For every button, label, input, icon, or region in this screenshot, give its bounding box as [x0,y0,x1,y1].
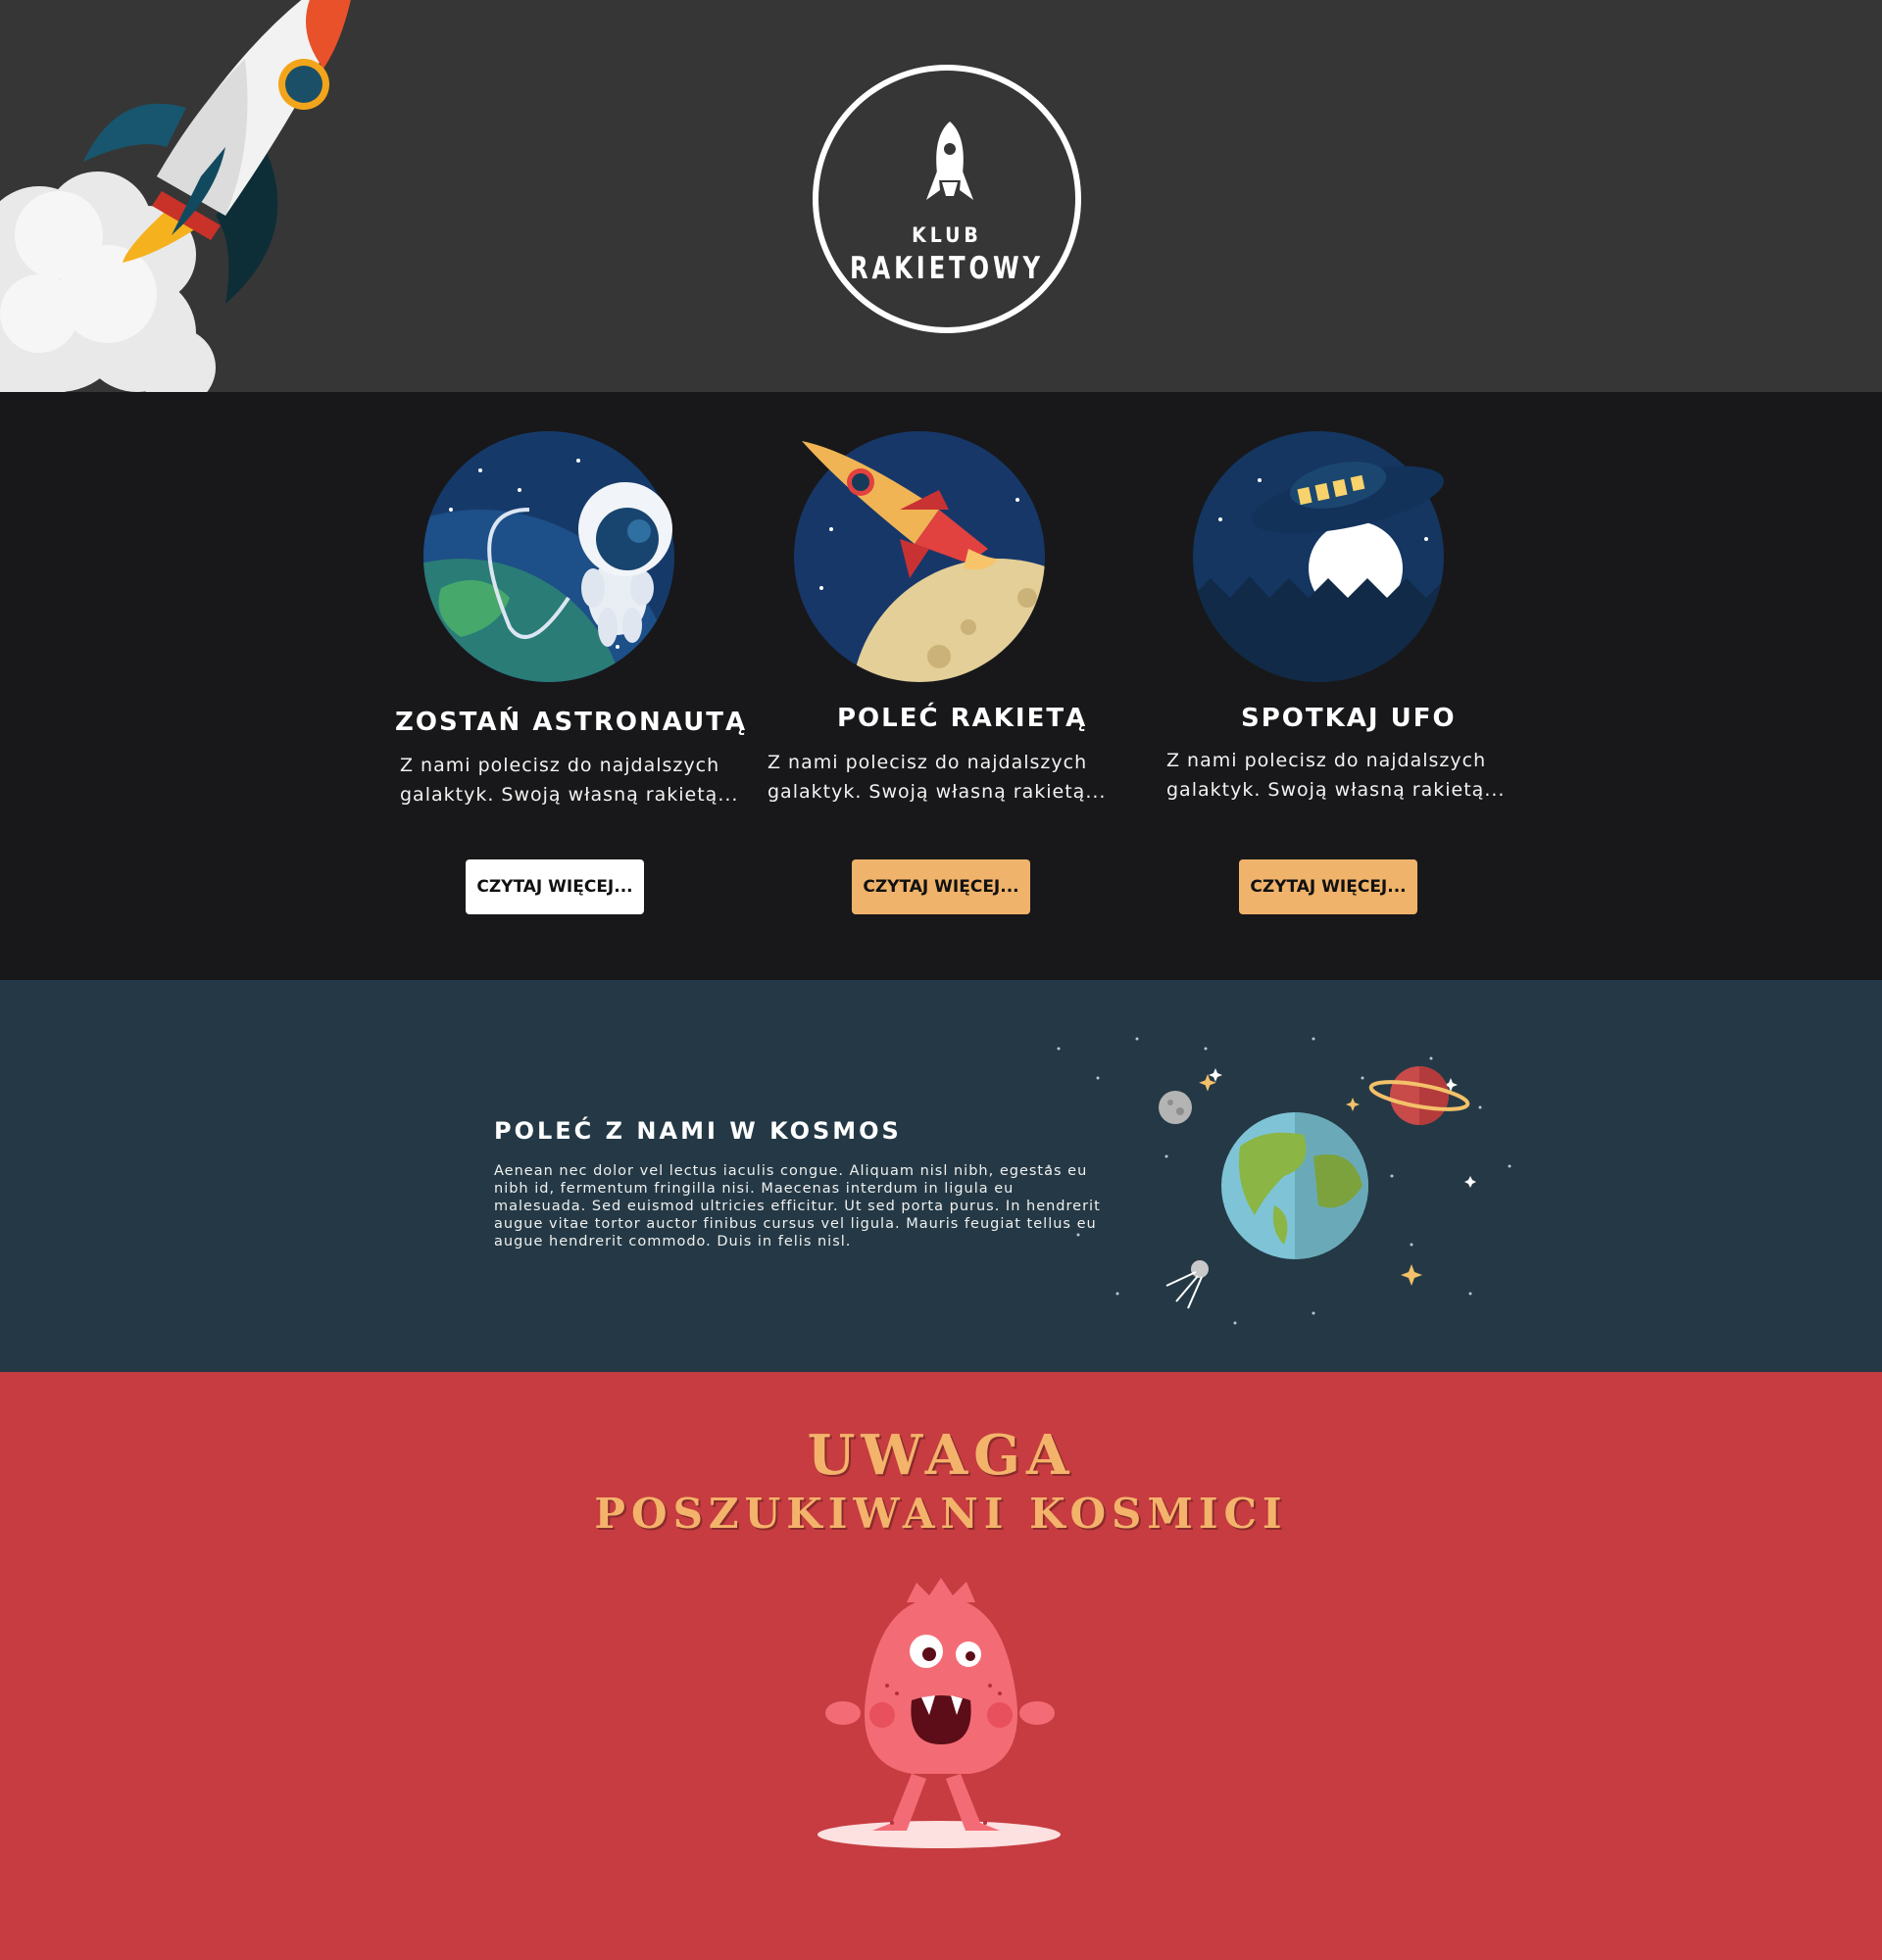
rocket-moon-icon [794,431,1045,682]
space-section: POLEĆ Z NAMI W KOSMOS Aenean nec dolor v… [0,980,1882,1372]
wanted-title-line1: UWAGA [807,1423,1075,1488]
features-section: ZOSTAŃ ASTRONAUTĄ Z nami polecisz do naj… [0,392,1882,980]
feature-text: Z nami polecisz do najdalszych galaktyk.… [768,752,1107,803]
rocket-launch-illustration [0,0,351,392]
read-more-button[interactable]: CZYTAJ WIĘCEJ... [1239,859,1417,914]
ufo-icon [1193,431,1444,682]
planets-illustration [1047,1037,1511,1325]
wanted-title-line2: POSZUKIWANI KOSMICI [594,1490,1288,1538]
feature-title: SPOTKAJ UFO [1241,704,1457,733]
astronaut-icon [423,431,674,682]
feature-text: Z nami polecisz do najdalszych galaktyk.… [400,755,739,806]
read-more-button[interactable]: CZYTAJ WIĘCEJ... [852,859,1030,914]
header: KLUB RAKIETOWY [0,0,1882,392]
feature-title: POLEĆ RAKIETĄ [837,704,1088,733]
read-more-button[interactable]: CZYTAJ WIĘCEJ... [466,859,644,914]
monster-illustration [817,1578,1061,1848]
space-title: POLEĆ Z NAMI W KOSMOS [494,1117,902,1145]
logo[interactable]: KLUB RAKIETOWY [813,65,1081,333]
logo-small-text: KLUB [912,223,982,247]
rocket-logo-icon [926,122,973,200]
feature-title: ZOSTAŃ ASTRONAUTĄ [395,708,748,737]
feature-text: Z nami polecisz do najdalszych galaktyk.… [1166,750,1506,801]
logo-big-text: RAKIETOWY [850,251,1044,286]
wanted-section: UWAGA POSZUKIWANI KOSMICI [0,1372,1882,1960]
